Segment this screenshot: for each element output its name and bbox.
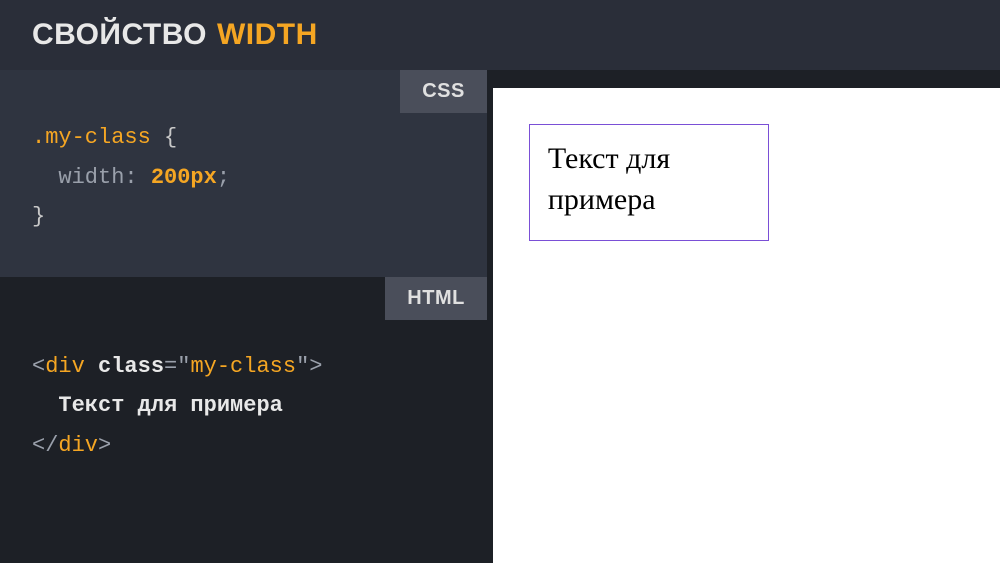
- css-semicolon: ;: [217, 165, 230, 190]
- css-brace-open: {: [164, 125, 177, 150]
- html-text-content: Текст для примера: [58, 393, 282, 418]
- css-tab-label: CSS: [400, 70, 487, 113]
- css-property: width: [58, 165, 124, 190]
- html-close-tag: div: [58, 433, 98, 458]
- css-brace-close: }: [32, 204, 45, 229]
- header-title: СВОЙСТВО: [32, 18, 207, 52]
- example-box: Текст для примера: [529, 124, 769, 241]
- header-keyword: WIDTH: [217, 18, 318, 52]
- html-open-tag: div: [45, 354, 85, 379]
- html-code: <div class="my-class"> Текст для примера…: [32, 347, 455, 466]
- preview-panel: Текст для примера: [493, 88, 1000, 563]
- html-close-lt: </: [32, 433, 58, 458]
- html-quote-open: ": [177, 354, 190, 379]
- css-value: 200px: [151, 165, 217, 190]
- html-quote-close: ": [296, 354, 309, 379]
- css-code: .my-class { width: 200px; }: [32, 118, 455, 237]
- slide-header: СВОЙСТВО WIDTH: [0, 0, 1000, 70]
- css-colon: :: [124, 165, 137, 190]
- html-tab-label: HTML: [385, 277, 487, 320]
- html-attr-name: class: [98, 354, 164, 379]
- html-close-gt: >: [98, 433, 111, 458]
- html-open-gt: >: [309, 354, 322, 379]
- html-attr-value: my-class: [190, 354, 296, 379]
- html-code-block: HTML <div class="my-class"> Текст для пр…: [0, 277, 487, 563]
- code-column: CSS .my-class { width: 200px; } HTML <di…: [0, 70, 487, 563]
- html-eq: =: [164, 354, 177, 379]
- css-code-block: CSS .my-class { width: 200px; }: [0, 70, 487, 277]
- content-area: CSS .my-class { width: 200px; } HTML <di…: [0, 70, 1000, 563]
- css-selector: .my-class: [32, 125, 151, 150]
- html-open-lt: <: [32, 354, 45, 379]
